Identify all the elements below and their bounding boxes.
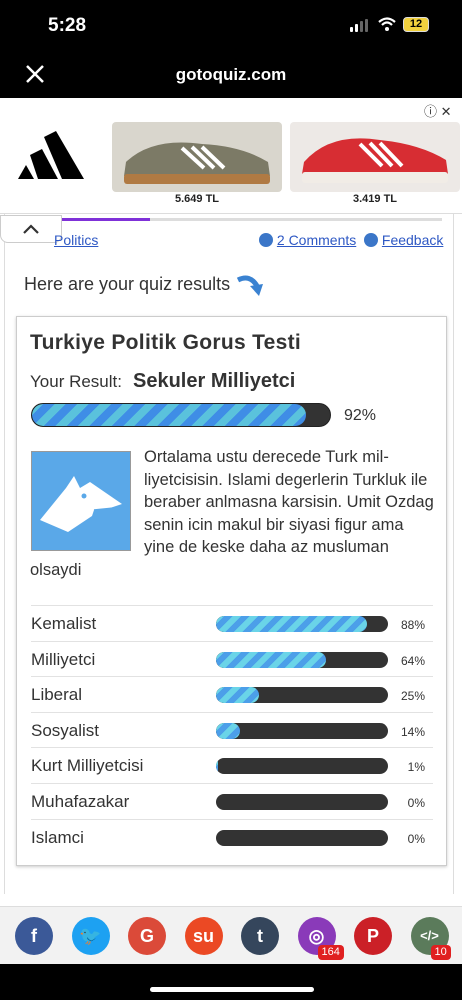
ad-product-2-image[interactable] [290,122,460,192]
score-bar-fill [216,616,368,632]
score-row: Islamci 0% [31,818,433,855]
comments-label: 2 Comments [276,232,357,248]
score-row: Muhafazakar 0% [31,782,433,819]
score-row: Kemalist 88% [31,605,433,641]
score-bar-fill [216,758,218,775]
score-name: Milliyetci [31,649,96,669]
result-progress-bar [31,403,331,427]
battery-icon: 12 [403,17,429,32]
site-domain: gotoquiz.com [175,65,287,84]
ad-info-close-icon[interactable]: ⓘ ✕ [424,101,452,120]
tumblr-share-button[interactable]: t [241,917,279,955]
instagram-share-count: 164 [317,945,344,960]
score-percent: 25% [400,689,425,704]
score-percent: 1% [407,760,425,775]
chevron-up-icon [23,224,39,234]
ad-product-1-image[interactable] [112,122,282,192]
home-indicator [150,987,314,992]
category-link[interactable]: Politics [54,232,98,248]
ad-product-1-price[interactable]: 5.649 TL [112,193,282,205]
score-percent: 14% [400,724,425,739]
quiz-title: Turkiye Politik Gorus Testi [30,331,302,354]
score-bar [216,616,388,632]
score-bar [216,687,388,704]
status-bar: 5:28 12 [0,0,462,52]
score-name: Sosyalist [31,720,100,740]
score-row: Kurt Milliyetcisi 1% [31,747,433,783]
twitter-share-button[interactable]: 🐦 [71,917,110,955]
share-bar: f 🐦 Gsu t ◎ 164 P </> 10 [0,906,462,964]
score-row: Sosyalist 14% [31,711,433,748]
score-bar [216,651,388,668]
score-bar [216,793,388,810]
comments-link[interactable]: 2 Comments [259,232,356,248]
score-percent: 0% [407,795,425,810]
feedback-label: Feedback [381,232,444,248]
score-name: Kurt Milliyetcisi [31,756,144,776]
result-image-wolf-icon [31,451,131,551]
wifi-icon [378,17,396,31]
result-label: Your Result: [30,372,122,391]
adidas-logo[interactable] [14,125,94,181]
score-percent: 64% [400,653,425,668]
result-progress-fill [32,404,307,426]
comment-icon [259,233,273,247]
page-progress-bar [62,218,442,221]
score-row: Liberal 25% [31,676,433,712]
score-percent: 0% [407,831,425,846]
score-name: Kemalist [31,614,97,633]
facebook-share-button[interactable]: f [15,917,53,955]
results-intro-text: Here are your quiz results [24,274,231,294]
collapse-ad-button[interactable] [0,215,62,243]
embed-share-count: 10 [430,945,451,960]
score-bar [216,758,388,775]
score-breakdown-list: Kemalist 88% Milliyetci 64% Liberal 25% Sosyal… [31,605,433,854]
pinterest-share-button[interactable]: P [354,917,392,955]
score-bar-fill [216,651,327,668]
score-bar-fill [216,687,259,704]
score-name: Liberal [31,685,83,705]
browser-titlebar: gotoquiz.com [0,52,462,98]
google-share-button[interactable]: G [128,917,166,955]
result-percent: 92% [344,407,377,424]
score-percent: 88% [400,618,425,632]
results-intro: Here are your quiz results [24,274,265,298]
score-bar-fill [216,722,241,739]
score-bar [216,722,388,739]
result-value: Sekuler Milliyetci [133,370,296,392]
score-name: Muhafazakar [31,791,130,811]
signal-icon [350,19,368,32]
curved-arrow-icon [236,275,264,296]
stumbleupon-share-button[interactable]: su [184,917,223,955]
ad-product-2-price[interactable]: 3.419 TL [290,193,460,205]
score-name: Islamci [31,827,84,847]
status-time: 5:28 [48,15,87,36]
info-icon [364,233,378,247]
score-row: Milliyetci 64% [31,640,433,677]
feedback-link[interactable]: Feedback [364,232,443,248]
score-bar [216,829,388,846]
